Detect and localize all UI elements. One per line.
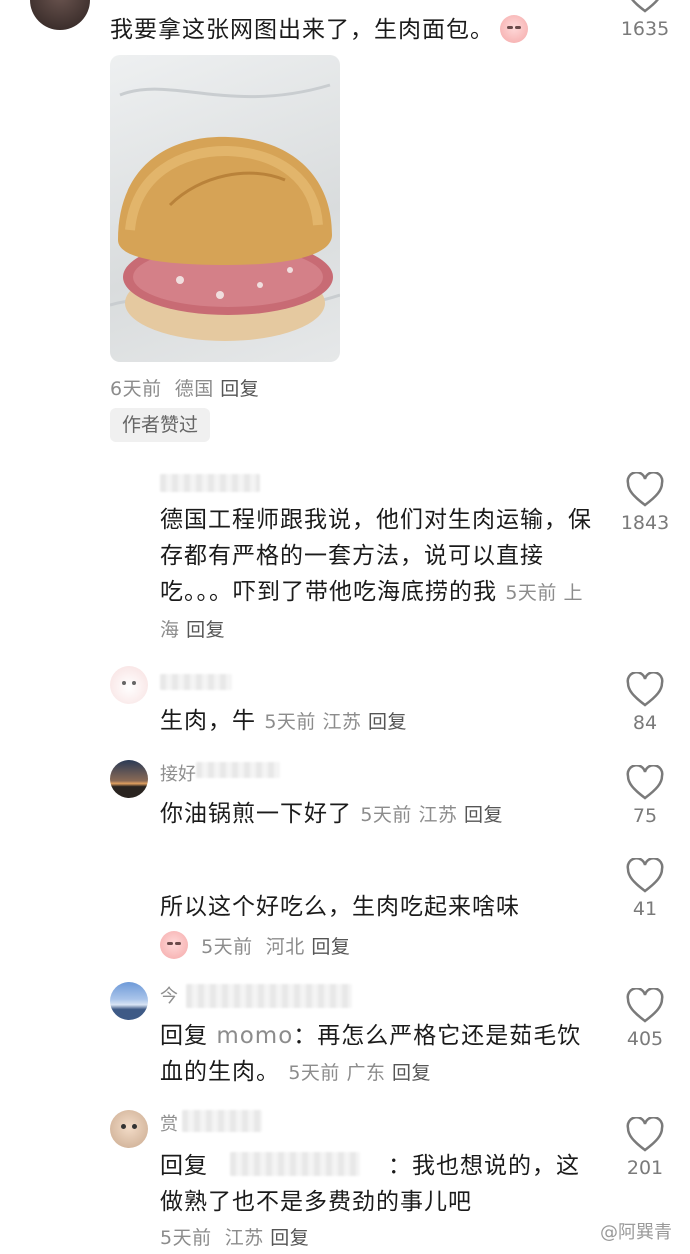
comment-text-top: 我要拿这张网图出来了，生肉面包。 [110,12,560,48]
comment-text: 德国工程师跟我说，他们对生肉运输，保存都有严格的一套方法，说可以直接吃。。。吓到… [160,507,592,641]
heart-outline-icon [626,472,664,507]
comment-text: 回复 momo：再怎么严格它还是茹毛饮血的生肉。 5天前 广东 回复 [160,1023,582,1085]
watermark: @阿巽青 [600,1222,672,1243]
username: 接好 [160,764,196,785]
like-button-top[interactable]: 1635 [615,0,675,40]
crying-emoji-icon [500,15,528,43]
like-button[interactable]: 201 [615,1117,675,1179]
reply-link[interactable]: 回复 [392,1062,431,1084]
comment-image-raw-meat-bun[interactable] [110,55,340,362]
reply-link[interactable]: 回复 [311,936,350,958]
like-count: 41 [632,898,658,920]
username: 赏 [160,1114,178,1135]
like-button[interactable]: 41 [615,858,675,920]
like-count: 405 [626,1028,664,1050]
avatar[interactable] [110,760,148,798]
like-button[interactable]: 1843 [615,472,675,534]
blurred-username [182,1110,262,1132]
avatar[interactable] [110,982,148,1020]
reply-link[interactable]: 回复 [464,804,503,826]
like-count: 1635 [620,18,670,40]
like-count: 75 [632,805,658,827]
comment-meta: 5天前 河北 回复 [160,931,350,959]
reply-link[interactable]: 回复 [270,1227,309,1249]
blurred-username [186,984,352,1008]
heart-outline-icon [626,858,664,893]
heart-outline-icon [631,0,659,13]
heart-outline-icon [626,765,664,800]
comment-text: 所以这个好吃么，生肉吃起来啥味 [160,894,520,920]
bun-illustration [110,83,340,341]
like-count: 1843 [620,512,670,534]
blurred-username [196,762,280,778]
like-button[interactable]: 84 [615,672,675,734]
like-count: 84 [632,712,658,734]
like-button[interactable]: 405 [615,988,675,1050]
heart-outline-icon [626,672,664,707]
comment-text: 生肉，牛 5天前 江苏 回复 [160,708,408,734]
comment-text: 你油锅煎一下好了 5天前 江苏 回复 [160,801,504,827]
comment-text: 回复 ：我也想说的，这做熟了也不是多费劲的事儿吧 [160,1153,580,1215]
blurred-username [160,674,232,690]
avatar-top-commenter[interactable] [30,0,90,30]
avatar[interactable] [110,666,148,704]
crying-emoji-icon [160,931,188,959]
like-button[interactable]: 75 [615,765,675,827]
comment-meta-top: 6天前 德国 回复 [110,378,260,400]
reply-link[interactable]: 回复 [368,711,407,733]
heart-outline-icon [626,988,664,1023]
blurred-username [160,474,260,492]
comment-meta: 5天前 江苏 回复 [160,1227,310,1249]
author-liked-badge: 作者赞过 [110,408,211,442]
reply-link[interactable]: 回复 [186,619,225,641]
heart-outline-icon [626,1117,664,1152]
like-count: 201 [626,1157,664,1179]
avatar[interactable] [110,1110,148,1148]
username: 今 [160,986,178,1007]
reply-link[interactable]: 回复 [220,378,259,400]
mentioned-user[interactable]: momo [216,1023,293,1049]
